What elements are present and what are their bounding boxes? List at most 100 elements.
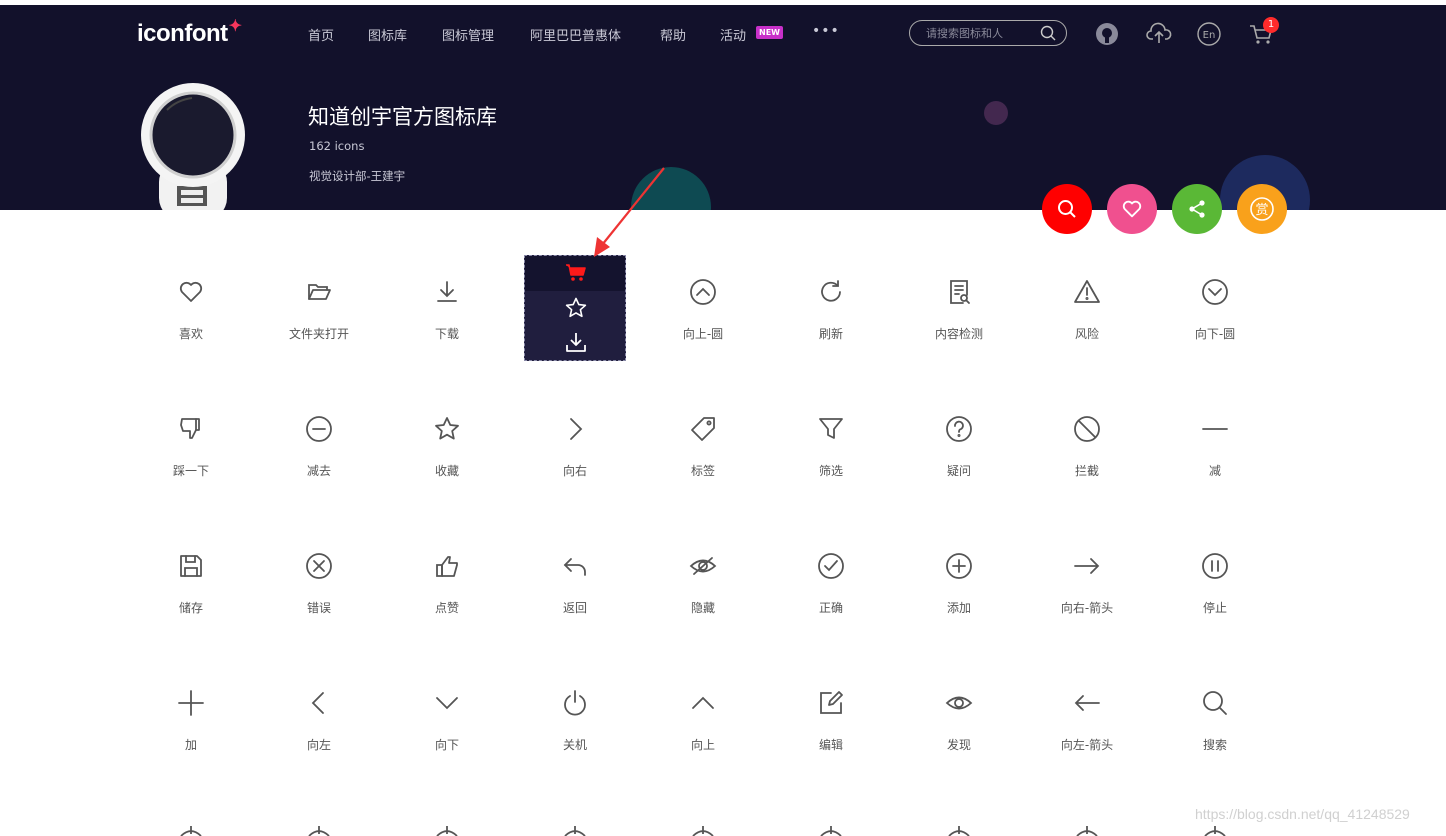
icon-item-chevron-up[interactable]: 向上 <box>639 689 767 753</box>
icon-item-search[interactable]: 搜索 <box>1151 689 1279 753</box>
icon-item-thumb-up[interactable]: 点赞 <box>383 552 511 616</box>
icon-item-doc-search[interactable]: 内容检测 <box>895 278 1023 342</box>
icon-label: 向下-圆 <box>1194 327 1236 341</box>
icon-item-save[interactable]: 储存 <box>127 552 255 616</box>
icon-item-heart[interactable]: 喜欢 <box>127 278 255 342</box>
icon-item-eye-off[interactable]: 隐藏 <box>639 552 767 616</box>
icon-item-plus[interactable]: 加 <box>127 689 255 753</box>
star-icon <box>435 417 459 440</box>
icon-item-pause-circle[interactable]: 停止 <box>1151 552 1279 616</box>
partial-row-icon[interactable] <box>561 824 589 836</box>
download-icon <box>437 281 457 302</box>
search-icon[interactable] <box>1040 25 1056 41</box>
nav-puhuiti[interactable]: 阿里巴巴普惠体 <box>530 25 621 44</box>
icon-item-power[interactable]: 关机 <box>511 689 639 753</box>
collect-star-icon[interactable] <box>564 296 588 320</box>
icon-label: 向上 <box>690 738 715 752</box>
doc-search-icon <box>950 280 970 304</box>
thumb-down-icon <box>180 418 200 439</box>
icon-item-thumb-down[interactable]: 踩一下 <box>127 415 255 479</box>
partial-row-icon[interactable] <box>1073 824 1101 836</box>
nav-help[interactable]: 帮助 <box>660 25 686 44</box>
heart-icon <box>179 281 203 302</box>
icon-item-chevron-left[interactable]: 向左 <box>255 689 383 753</box>
block-icon <box>1074 416 1100 442</box>
nav-icon-library[interactable]: 图标库 <box>368 25 407 44</box>
cart-count-badge: 1 <box>1263 17 1279 33</box>
up-circle-icon <box>690 279 716 305</box>
icon-label: 向左 <box>306 738 331 752</box>
search-library-button[interactable] <box>1042 184 1092 234</box>
icon-item-tag[interactable]: 标签 <box>639 415 767 479</box>
library-header: iconfont✦ 首页 图标库 图标管理 阿里巴巴普惠体 帮助 活动 NEW … <box>0 5 1446 210</box>
minus-circle-icon <box>306 416 332 442</box>
github-icon[interactable] <box>1095 22 1119 46</box>
icon-item-up-circle[interactable]: 向上-圆 <box>639 278 767 342</box>
icon-item-folder-open[interactable]: 文件夹打开 <box>255 278 383 342</box>
power-icon <box>564 690 586 716</box>
icon-item-eye[interactable]: 发现 <box>895 689 1023 753</box>
icon-item-down-circle[interactable]: 向下-圆 <box>1151 278 1279 342</box>
icon-item-x-circle[interactable]: 错误 <box>255 552 383 616</box>
search-box[interactable] <box>909 20 1067 46</box>
decoration-bubble <box>984 101 1008 125</box>
icon-label: 收藏 <box>434 464 459 478</box>
icon-label: 喜欢 <box>178 327 203 341</box>
icon-item-warning[interactable]: 风险 <box>1023 278 1151 342</box>
eye-off-icon <box>689 557 717 575</box>
reward-button[interactable]: 赏 <box>1237 184 1287 234</box>
icon-item-back[interactable]: 返回 <box>511 552 639 616</box>
icon-item-refresh[interactable]: 刷新 <box>767 278 895 342</box>
chevron-right-icon <box>570 418 583 440</box>
more-menu[interactable]: ••• <box>812 23 840 39</box>
add-to-cart-icon[interactable] <box>565 263 587 283</box>
icon-item-plus-circle[interactable]: 添加 <box>895 552 1023 616</box>
iconfont-logo[interactable]: iconfont✦ <box>137 18 242 48</box>
icon-item-block[interactable]: 拦截 <box>1023 415 1151 479</box>
svg-text:En: En <box>1203 30 1216 41</box>
icon-label: 拦截 <box>1074 464 1099 478</box>
partial-row-icon[interactable] <box>305 824 333 836</box>
upload-cloud-icon[interactable] <box>1146 22 1172 46</box>
search-input[interactable] <box>926 25 1036 41</box>
icon-label: 点赞 <box>434 601 459 615</box>
icon-item-minus[interactable]: 减 <box>1151 415 1279 479</box>
icon-item-chevron-right[interactable]: 向右 <box>511 415 639 479</box>
icon-item-filter[interactable]: 筛选 <box>767 415 895 479</box>
partial-row-icon[interactable] <box>433 824 461 836</box>
icon-label: 刷新 <box>818 327 843 341</box>
icon-label: 搜索 <box>1202 738 1227 752</box>
download-icon[interactable] <box>564 330 588 354</box>
reward-icon: 赏 <box>1250 197 1274 221</box>
library-author[interactable]: 视觉设计部-王建宇 <box>309 168 405 184</box>
icon-item-minus-circle[interactable]: 减去 <box>255 415 383 479</box>
favorite-library-button[interactable] <box>1107 184 1157 234</box>
icon-item-edit[interactable]: 编辑 <box>767 689 895 753</box>
nav-activity[interactable]: 活动 <box>720 25 746 44</box>
icon-label: 正确 <box>818 601 843 615</box>
nav-home[interactable]: 首页 <box>308 25 334 44</box>
partial-row-icon[interactable] <box>945 824 973 836</box>
nav-icon-manage[interactable]: 图标管理 <box>442 25 494 44</box>
filter-icon <box>819 418 843 439</box>
partial-row-icon[interactable] <box>689 824 717 836</box>
icon-item-chevron-down[interactable]: 向下 <box>383 689 511 753</box>
tag-icon <box>691 417 715 441</box>
icon-item-arrow-right[interactable]: 向右-箭头 <box>1023 552 1151 616</box>
icon-label: 下载 <box>434 327 459 341</box>
icon-item-question[interactable]: 疑问 <box>895 415 1023 479</box>
eye-icon <box>945 696 973 710</box>
language-icon[interactable]: En <box>1197 22 1221 46</box>
icon-label: 向右 <box>562 464 587 478</box>
icon-item-check-circle[interactable]: 正确 <box>767 552 895 616</box>
partial-row-icon[interactable] <box>1201 824 1229 836</box>
partial-row-icon[interactable] <box>177 824 205 836</box>
partial-row-icon[interactable] <box>817 824 845 836</box>
share-library-button[interactable] <box>1172 184 1222 234</box>
icon-hover-card[interactable] <box>524 255 626 361</box>
icon-label: 发现 <box>946 738 971 752</box>
icon-item-star[interactable]: 收藏 <box>383 415 511 479</box>
icon-item-arrow-left[interactable]: 向左-箭头 <box>1023 689 1151 753</box>
icon-label: 文件夹打开 <box>288 327 349 341</box>
icon-item-download[interactable]: 下载 <box>383 278 511 342</box>
